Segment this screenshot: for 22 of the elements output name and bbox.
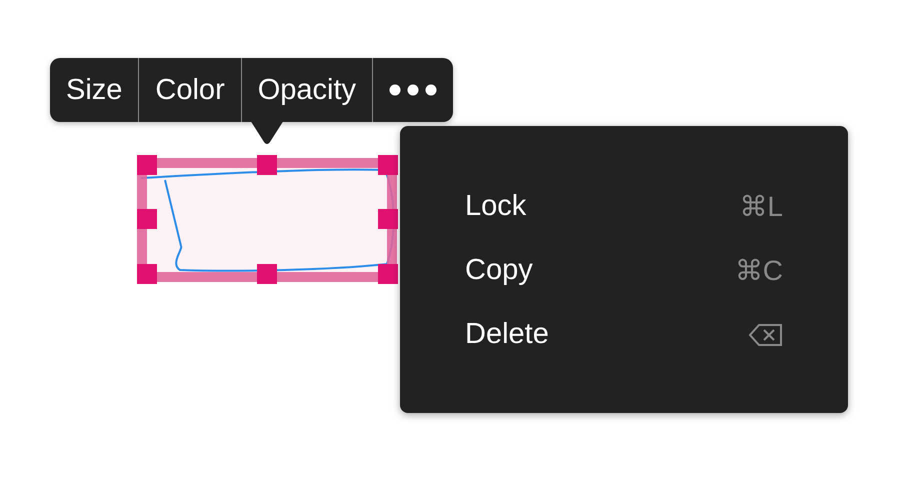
menu-item-label: Delete: [465, 317, 549, 352]
resize-handle[interactable]: [137, 264, 157, 284]
resize-handle[interactable]: [137, 155, 157, 175]
toolbar-button[interactable]: Opacity: [242, 58, 372, 122]
menu-item[interactable]: Copy ⌘C: [465, 239, 783, 303]
resize-handle[interactable]: [257, 264, 277, 284]
resize-handle[interactable]: [378, 155, 398, 175]
more-icon: [389, 84, 438, 96]
shortcut-label: ⌘C: [734, 254, 783, 288]
shortcut-label: ⌘L: [739, 190, 783, 224]
selected-shape-drawing[interactable]: [137, 155, 398, 284]
resize-handle[interactable]: [137, 209, 157, 229]
toolbar-button[interactable]: Color: [139, 58, 241, 122]
resize-handle[interactable]: [257, 155, 277, 175]
delete-key-icon: [749, 323, 783, 347]
menu-item[interactable]: Lock ⌘L: [465, 175, 783, 239]
resize-handle[interactable]: [378, 209, 398, 229]
toolbar-button[interactable]: Size: [50, 58, 138, 122]
menu-item-label: Lock: [465, 189, 526, 224]
menu-item[interactable]: Delete: [465, 303, 783, 367]
menu-item-label: Copy: [465, 253, 533, 288]
resize-handle[interactable]: [378, 264, 398, 284]
